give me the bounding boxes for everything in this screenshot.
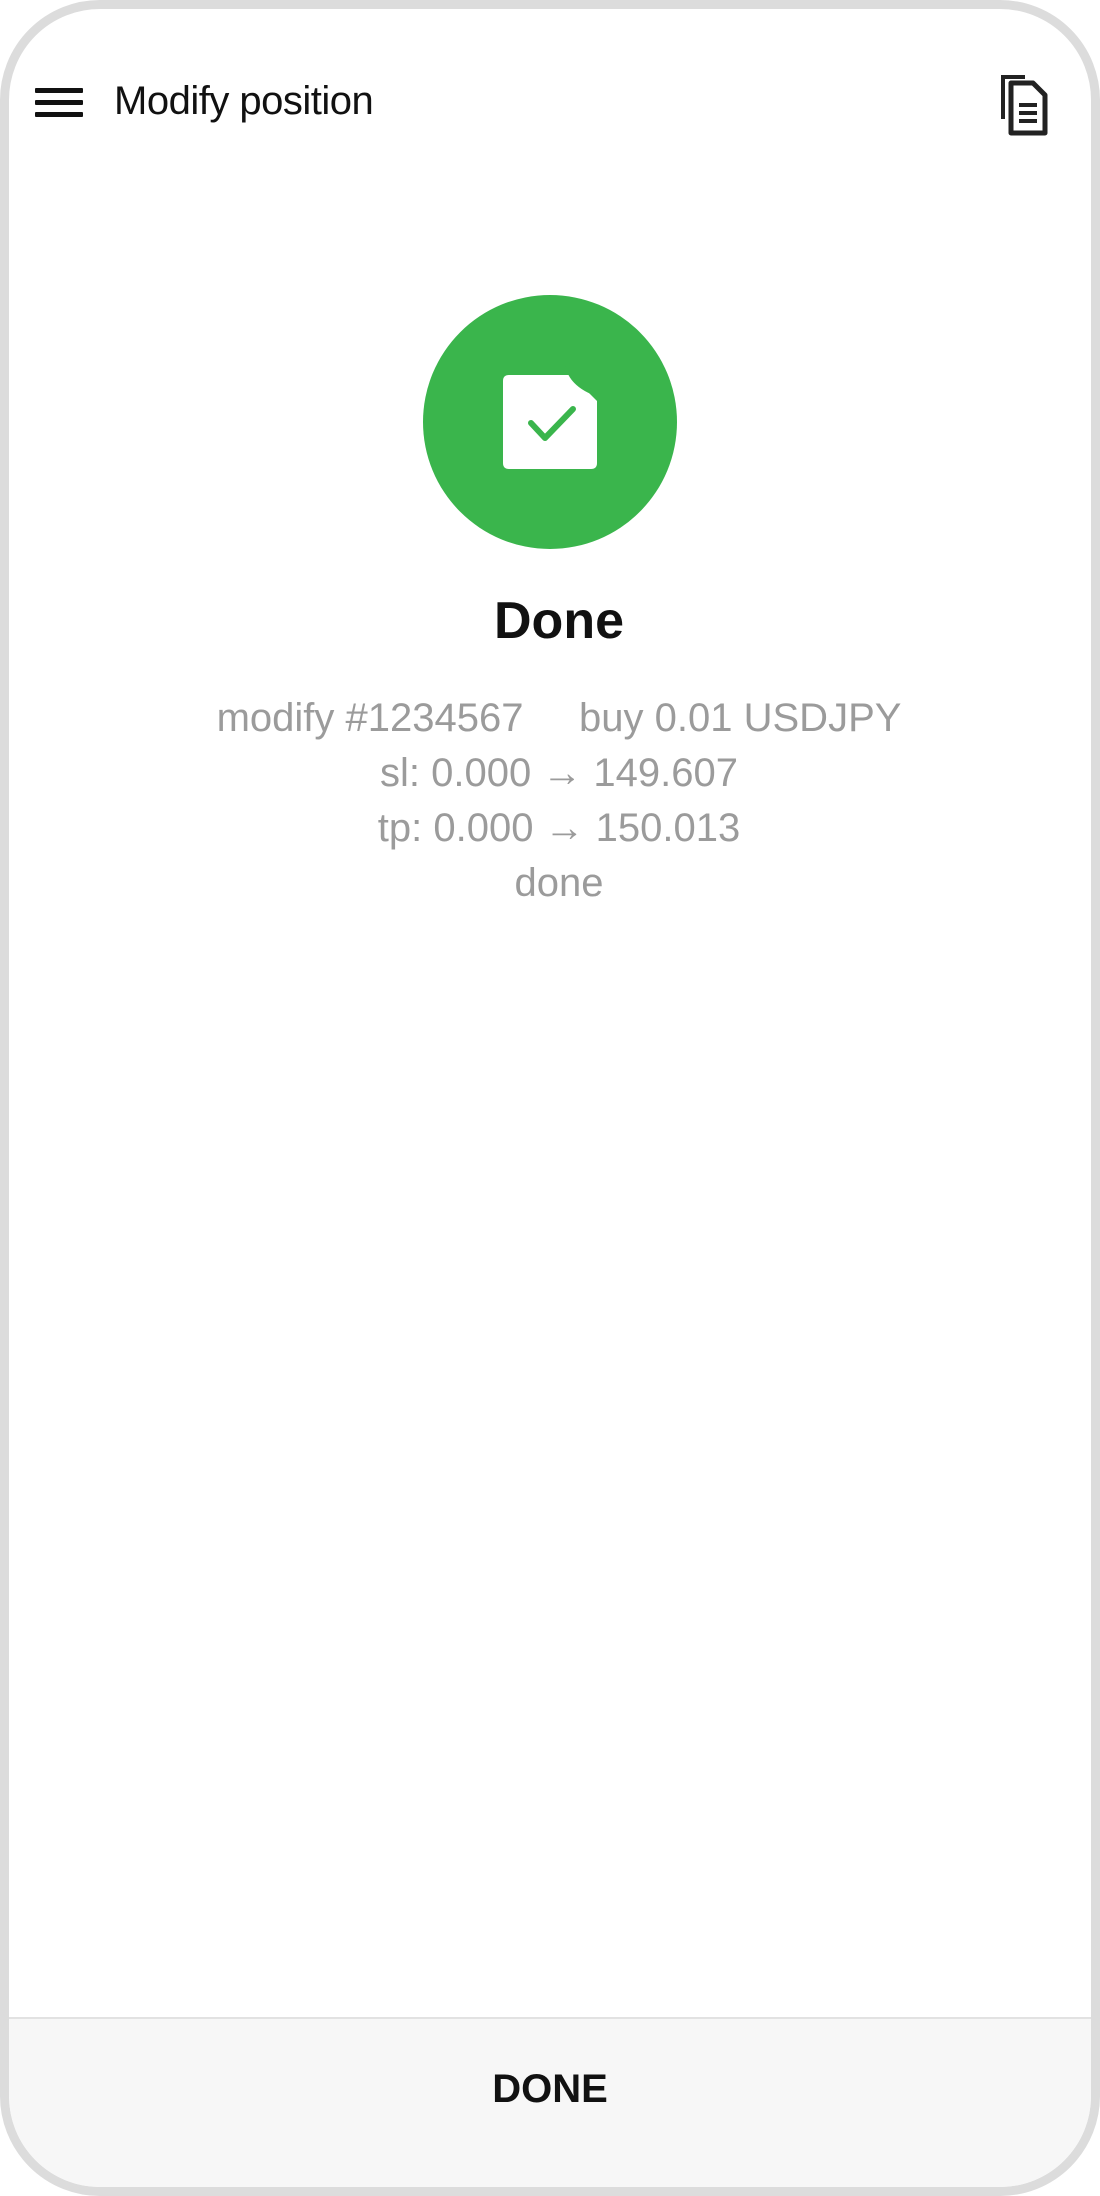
footer-bar: DONE bbox=[9, 2017, 1091, 2187]
result-line-status: done bbox=[514, 861, 604, 905]
journal-button[interactable] bbox=[993, 69, 1057, 139]
status-title: Done bbox=[494, 592, 624, 650]
result-details: modify #1234567 buy 0.01 USDJPY sl: 0.00… bbox=[9, 691, 1091, 911]
document-check-icon bbox=[503, 358, 598, 469]
page-title: Modify position bbox=[114, 79, 374, 123]
menu-button[interactable] bbox=[35, 80, 87, 130]
document-copy-icon bbox=[1001, 75, 1048, 136]
app-toolbar: Modify position bbox=[9, 9, 1091, 209]
result-line-order: modify #1234567 buy 0.01 USDJPY bbox=[216, 696, 902, 740]
result-line-tp: tp: 0.000 → 150.013 bbox=[377, 806, 741, 850]
screen: Modify position Done modify #1234567 buy… bbox=[0, 0, 1100, 2196]
success-indicator bbox=[423, 295, 677, 549]
done-button[interactable]: DONE bbox=[9, 2019, 1091, 2159]
result-line-sl: sl: 0.000 → 149.607 bbox=[379, 751, 739, 795]
hamburger-menu-icon bbox=[35, 88, 83, 93]
